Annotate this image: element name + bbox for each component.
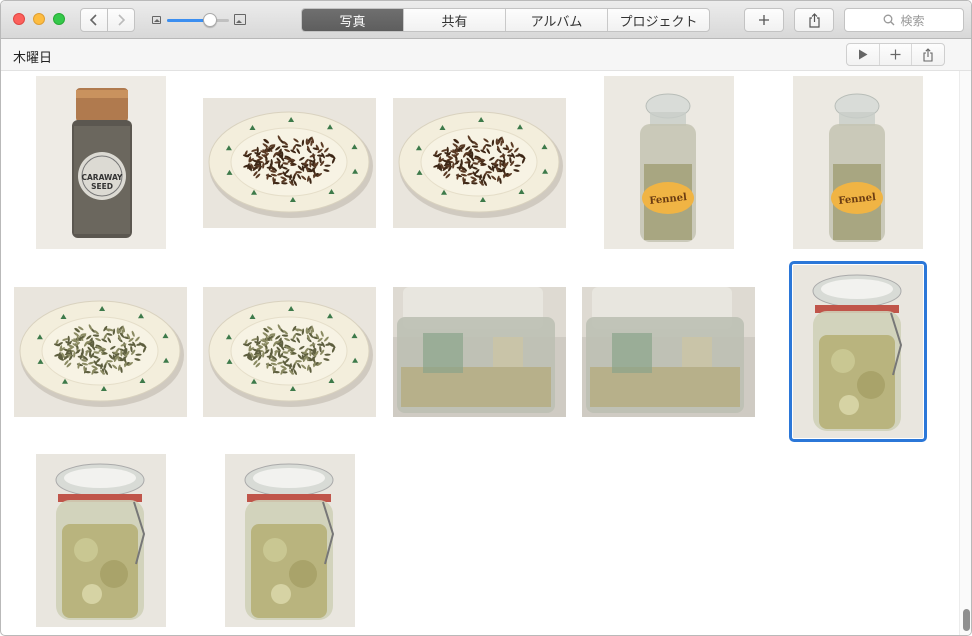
forward-button[interactable]: [107, 8, 135, 32]
photo-thumbnail-fennel-jar[interactable]: Fennel: [793, 76, 923, 249]
view-tabs: 写真 共有 アルバム プロジェクト: [301, 8, 710, 32]
tab-1[interactable]: 共有: [403, 9, 505, 31]
photo-thumbnail-fennel-jar[interactable]: Fennel: [604, 76, 734, 249]
svg-text:CARAWAY: CARAWAY: [81, 173, 123, 182]
photos-window: 写真 共有 アルバム プロジェクト 検索 木曜日 CARAWAY SEED Fe…: [0, 0, 972, 636]
zoom-in-icon[interactable]: [234, 14, 246, 25]
moment-actions: [846, 43, 945, 66]
add-to-button[interactable]: [878, 44, 912, 65]
scrollbar-thumb[interactable]: [963, 609, 970, 631]
svg-text:SEED: SEED: [91, 182, 113, 191]
zoom-slider[interactable]: [167, 19, 229, 22]
zoom-window-button[interactable]: [53, 13, 65, 25]
zoom-slider-knob[interactable]: [203, 13, 218, 27]
photo-thumbnail-plate-caraway-seeds[interactable]: [393, 98, 566, 228]
photo-thumbnail-sauerkraut-jar[interactable]: [225, 454, 355, 627]
search-field[interactable]: 検索: [844, 8, 964, 32]
play-icon: [858, 49, 868, 60]
plus-icon: [759, 15, 769, 25]
close-window-button[interactable]: [13, 13, 25, 25]
minimize-window-button[interactable]: [33, 13, 45, 25]
tab-0[interactable]: 写真: [302, 9, 403, 31]
moment-header: 木曜日: [1, 39, 971, 71]
vertical-scrollbar[interactable]: [959, 71, 971, 635]
share-moment-button[interactable]: [911, 44, 944, 65]
chevron-left-icon: [89, 14, 97, 26]
toolbar: 写真 共有 アルバム プロジェクト 検索: [1, 1, 971, 39]
photo-grid: CARAWAY SEED Fennel Fennel: [1, 71, 959, 635]
photo-thumbnail-container-cabbage[interactable]: [582, 287, 755, 417]
back-button[interactable]: [80, 8, 108, 32]
photo-thumbnail-sauerkraut-jar[interactable]: [36, 454, 166, 627]
share-icon: [923, 47, 933, 62]
slideshow-button[interactable]: [847, 44, 879, 65]
moment-title: 木曜日: [13, 51, 53, 66]
add-button[interactable]: [744, 8, 784, 32]
tab-2[interactable]: アルバム: [505, 9, 607, 31]
search-placeholder: 検索: [900, 13, 925, 28]
search-icon: [884, 14, 895, 26]
chevron-right-icon: [118, 14, 126, 26]
tab-3[interactable]: プロジェクト: [607, 9, 709, 31]
photo-thumbnail-plate-fennel-seeds[interactable]: [14, 287, 187, 417]
share-icon: [808, 12, 820, 28]
photo-thumbnail-plate-fennel-seeds[interactable]: [203, 287, 376, 417]
zoom-out-icon[interactable]: [152, 16, 161, 24]
photo-thumbnail-plate-caraway-seeds[interactable]: [203, 98, 376, 228]
photo-thumbnail-sauerkraut-jar[interactable]: [789, 261, 927, 442]
plus-icon: [890, 49, 901, 60]
share-button[interactable]: [794, 8, 834, 32]
photo-thumbnail-caraway-seed-jar[interactable]: CARAWAY SEED: [36, 76, 166, 249]
photo-thumbnail-container-cabbage[interactable]: [393, 287, 566, 417]
